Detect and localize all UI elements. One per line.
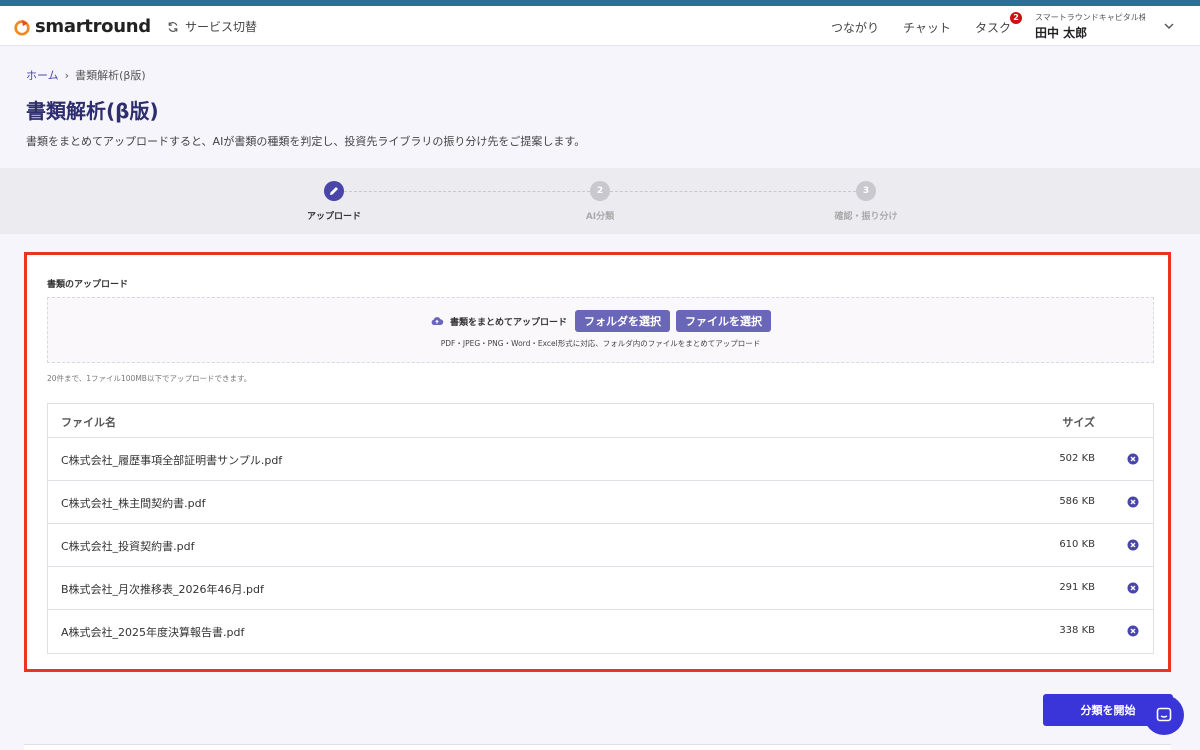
column-header-size: サイズ bbox=[1062, 416, 1095, 429]
logo-text: smartround bbox=[35, 16, 151, 37]
step-connector bbox=[610, 191, 856, 192]
remove-file-icon[interactable] bbox=[1127, 539, 1139, 551]
nav-tasks[interactable]: タスク bbox=[975, 19, 1011, 36]
upload-limit-note: 20件まで、1ファイル100MB以下でアップロードできます。 bbox=[47, 374, 252, 383]
remove-file-icon[interactable] bbox=[1127, 453, 1139, 465]
chevron-down-icon[interactable] bbox=[1163, 20, 1175, 32]
step-connector bbox=[344, 191, 590, 192]
table-row: C株式会社_履歴事項全部証明書サンプル.pdf 502 KB bbox=[48, 438, 1153, 481]
table-row: B株式会社_月次推移表_2026年46月.pdf 291 KB bbox=[48, 567, 1153, 610]
dropzone-label: 書類をまとめてアップロード bbox=[449, 317, 567, 328]
file-size: 338 KB bbox=[1059, 625, 1095, 636]
upload-card: 書類のアップロード 書類をまとめてアップロード フォルダを選択 ファイルを選択 … bbox=[24, 252, 1171, 672]
file-name: A株式会社_2025年度決算報告書.pdf bbox=[61, 626, 245, 639]
file-name: C株式会社_投資契約書.pdf bbox=[61, 540, 195, 553]
breadcrumb: ホーム › 書類解析(β版) bbox=[26, 67, 146, 83]
next-section-edge bbox=[24, 744, 1171, 750]
file-name: B株式会社_月次推移表_2026年46月.pdf bbox=[61, 583, 264, 596]
cloud-upload-icon bbox=[431, 317, 444, 325]
file-name: C株式会社_履歴事項全部証明書サンプル.pdf bbox=[61, 454, 283, 467]
column-header-filename: ファイル名 bbox=[61, 416, 116, 429]
chat-icon bbox=[1156, 707, 1172, 722]
refresh-icon bbox=[168, 21, 178, 32]
step-3-label: 確認・振り分け bbox=[834, 212, 898, 222]
remove-file-icon[interactable] bbox=[1127, 582, 1139, 594]
step-1-label: アップロード bbox=[306, 212, 361, 222]
step-1-indicator bbox=[324, 181, 344, 201]
smartround-logo-icon bbox=[14, 19, 30, 36]
user-menu[interactable]: スマートラウンドキャピタル株式… 田中 太郎 bbox=[1035, 12, 1145, 41]
select-file-button[interactable]: ファイルを選択 bbox=[676, 310, 771, 332]
file-name: C株式会社_株主間契約書.pdf bbox=[61, 497, 206, 510]
file-size: 610 KB bbox=[1059, 539, 1095, 550]
file-size: 291 KB bbox=[1059, 582, 1095, 593]
page-title: 書類解析(β版) bbox=[26, 99, 159, 123]
file-table: ファイル名 サイズ C株式会社_履歴事項全部証明書サンプル.pdf 502 KB C… bbox=[47, 403, 1154, 654]
remove-file-icon[interactable] bbox=[1127, 496, 1139, 508]
nav-connections[interactable]: つながり bbox=[831, 19, 879, 36]
pencil-icon bbox=[330, 187, 338, 195]
task-count-badge: 2 bbox=[1010, 12, 1022, 24]
supported-formats-note: PDF・JPEG・PNG・Word・Excel形式に対応、フォルダ内のファイルを… bbox=[440, 339, 761, 348]
page-description: 書類をまとめてアップロードすると、AIが書類の種類を判定し、投資先ライブラリの振… bbox=[26, 135, 586, 148]
file-table-header: ファイル名 サイズ bbox=[48, 404, 1153, 438]
remove-file-icon[interactable] bbox=[1127, 625, 1139, 637]
file-size: 586 KB bbox=[1059, 496, 1095, 507]
logo[interactable]: smartround bbox=[13, 16, 151, 37]
stepper bbox=[0, 168, 1200, 234]
step-3-indicator: 3 bbox=[856, 181, 876, 201]
upload-section-label: 書類のアップロード bbox=[47, 280, 129, 290]
breadcrumb-home-link[interactable]: ホーム bbox=[26, 67, 59, 83]
step-2-indicator: 2 bbox=[590, 181, 610, 201]
table-row: A株式会社_2025年度決算報告書.pdf 338 KB bbox=[48, 610, 1153, 653]
table-row: C株式会社_投資契約書.pdf 610 KB bbox=[48, 524, 1153, 567]
user-name: 田中 太郎 bbox=[1035, 26, 1088, 40]
user-organization: スマートラウンドキャピタル株式… bbox=[1035, 13, 1145, 22]
file-size: 502 KB bbox=[1059, 453, 1095, 464]
upload-dropzone[interactable]: 書類をまとめてアップロード フォルダを選択 ファイルを選択 PDF・JPEG・P… bbox=[47, 297, 1154, 363]
step-2-label: AI分類 bbox=[585, 212, 615, 222]
service-switch-label: サービス切替 bbox=[185, 20, 258, 34]
chat-support-button[interactable] bbox=[1144, 695, 1184, 735]
nav-chat[interactable]: チャット bbox=[903, 19, 951, 36]
app-header: smartround サービス切替 つながり チャット タスク 2 スマートラウ… bbox=[0, 6, 1200, 46]
select-folder-button[interactable]: フォルダを選択 bbox=[575, 310, 670, 332]
breadcrumb-separator-icon: › bbox=[64, 68, 70, 82]
table-row: C株式会社_株主間契約書.pdf 586 KB bbox=[48, 481, 1153, 524]
breadcrumb-current: 書類解析(β版) bbox=[75, 69, 146, 82]
service-switch-button[interactable]: サービス切替 bbox=[167, 18, 257, 35]
